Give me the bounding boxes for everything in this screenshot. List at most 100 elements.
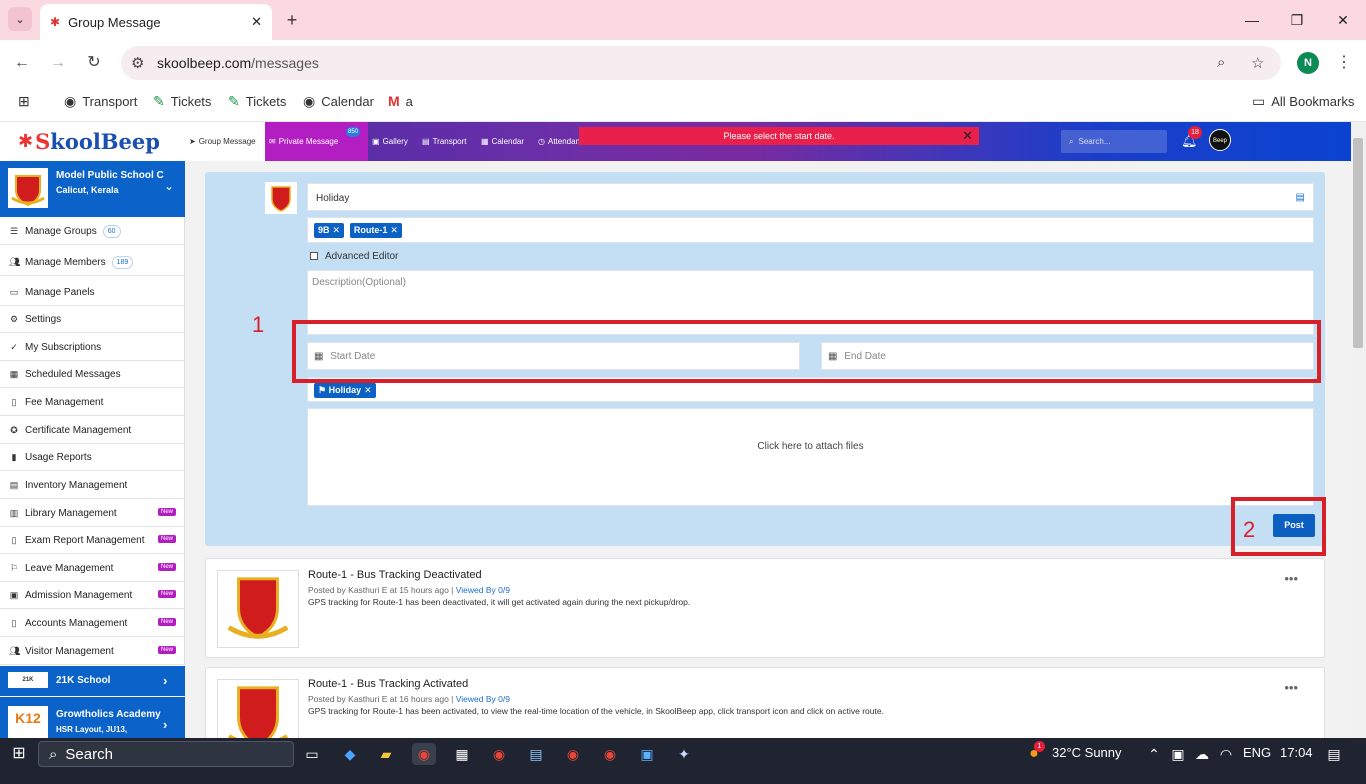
site-settings-icon[interactable]: ⚙ [131,54,144,72]
skoolbeep-logo[interactable]: ✱ SkoolBeep [0,122,185,161]
scrollbar-thumb[interactable] [1353,138,1363,348]
apps-grid-icon[interactable]: ⊞ [18,92,30,110]
chrome-icon[interactable]: ◉ [561,743,585,765]
more-options-icon[interactable]: ••• [1284,680,1298,695]
new-tab-button[interactable]: + [282,10,302,30]
notepad-icon[interactable]: ▤ [524,743,548,765]
tab-title: Group Message [68,14,161,30]
nav-calendar[interactable]: ▦ Calendar [477,122,528,161]
nav-gallery[interactable]: ▣ Gallery [368,122,412,161]
sidebar-item-fee-management[interactable]: ▯ Fee Management [0,389,185,416]
restore-button[interactable]: ❐ [1287,10,1307,30]
sidebar-item-manage-groups[interactable]: ☰ Manage Groups 60 [0,218,185,245]
attach-files-dropzone[interactable]: Click here to attach files [307,408,1314,506]
close-window-button[interactable]: ✕ [1333,10,1353,30]
minimize-button[interactable]: — [1242,10,1262,30]
close-tab-icon[interactable]: ✕ [251,14,262,30]
remove-chip-icon[interactable]: ✕ [390,225,398,235]
monitor-icon: ▭ [9,286,19,297]
app-icon[interactable]: ✦ [672,743,696,765]
viewed-by-link[interactable]: Viewed By 0/9 [456,585,510,595]
bookmark-tickets-2[interactable]: ✎ Tickets [228,92,286,110]
back-button[interactable]: ← [11,52,33,74]
more-options-icon[interactable]: ••• [1284,571,1298,586]
sidebar-item-accounts-management[interactable]: ▯ Accounts Management New [0,610,185,637]
title-input[interactable]: Holiday ▤ [307,183,1314,211]
post-meta: Posted by Kasthuri E at 15 hours ago | V… [308,585,510,595]
document-icon[interactable]: ▤ [1296,192,1305,203]
remove-chip-icon[interactable]: ✕ [333,225,341,235]
chrome-icon[interactable]: ◉ [487,743,511,765]
sidebar-item-admission-management[interactable]: ▣ Admission Management New [0,582,185,609]
feed-card[interactable]: Route-1 - Bus Tracking Deactivated Poste… [205,558,1325,658]
sidebar-item-manage-members[interactable]: 👥︎ Manage Members 189 [0,249,185,276]
sidebar-item-exam-report-management[interactable]: ▯ Exam Report Management New [0,527,185,554]
recipients-input[interactable]: 9B ✕ Route-1 ✕ [307,217,1314,243]
forward-button[interactable]: → [47,52,69,74]
weather-text[interactable]: 32°C Sunny [1052,745,1122,760]
advanced-editor-checkbox[interactable] [310,252,318,260]
clock-icon: ◷ [538,137,545,146]
sidebar-item-leave-management[interactable]: ⚐ Leave Management New [0,555,185,582]
chrome-icon[interactable]: ◉ [412,743,436,765]
sidebar-item-certificate-management[interactable]: ✪ Certificate Management [0,417,185,444]
sidebar-item-settings[interactable]: ⚙ Settings [0,306,185,333]
language-indicator[interactable]: ENG [1243,745,1271,760]
nav-attendance[interactable]: ◷Attendance [534,122,579,161]
close-alert-icon[interactable]: ✕ [962,127,973,145]
browser-menu-icon[interactable]: ⋮ [1336,52,1352,72]
visitor-icon: 👥︎ [9,645,21,656]
address-bar[interactable]: ⚙ skoolbeep.com/messages ⌕ ☆ [121,46,1281,80]
sidebar-item-manage-panels[interactable]: ▭ Manage Panels [0,279,185,306]
feed-card[interactable]: Route-1 - Bus Tracking Activated Posted … [205,667,1325,757]
sidebar-item-scheduled-messages[interactable]: ▦ Scheduled Messages [0,361,185,388]
chevron-right-icon: › [163,717,168,732]
annotation-box-1 [292,320,1321,383]
taskbar-search[interactable]: ⌕ Search [38,741,294,767]
sidebar-item-my-subscriptions[interactable]: ✓ My Subscriptions [0,334,185,361]
wifi-icon[interactable]: ◠ [1214,743,1238,765]
notifications-icon[interactable]: ▤ [1322,743,1346,765]
sidebar-item-library-management[interactable]: ▥ Library Management New [0,500,185,527]
bookmark-gmail[interactable]: Ma [388,92,413,110]
bookmark-calendar[interactable]: ◉ Calendar [303,92,374,110]
file-explorer-icon[interactable]: ▰ [374,743,398,765]
photos-icon[interactable]: ▣ [635,743,659,765]
school-crest-icon [227,577,289,639]
zoom-icon[interactable]: ⌕ [1217,54,1225,71]
bookmark-tickets-1[interactable]: ✎ Tickets [153,92,211,110]
profile-avatar[interactable]: N [1297,52,1319,74]
school-growtholics[interactable]: K12 Growtholics Academy HSR Layout, JU13… [0,697,185,738]
tab-list-button[interactable]: ⌄ [8,7,32,31]
school-crest-image [217,570,299,648]
reload-button[interactable]: ↻ [83,52,105,74]
chevron-up-icon[interactable]: ⌃ [1142,743,1166,765]
all-bookmarks[interactable]: ▭ All Bookmarks [1252,92,1354,110]
viewed-by-link[interactable]: Viewed By 0/9 [456,694,510,704]
recipient-chip-route-1[interactable]: Route-1 ✕ [349,223,402,238]
nav-group-message[interactable]: ➤ Group Message [185,122,265,161]
cloud-icon[interactable]: ☁ [1190,743,1214,765]
user-avatar[interactable]: Beep [1209,129,1231,151]
header-search[interactable]: ⌕ Search... [1061,130,1167,153]
store-icon[interactable]: ▦ [450,743,474,765]
sidebar-item-inventory-management[interactable]: ▤ Inventory Management [0,472,185,499]
school-switcher[interactable]: Model Public School C Calicut, Kerala ⌄ [0,161,185,217]
school-21k[interactable]: 21K 21K School › [0,666,185,696]
copilot-icon[interactable]: ◆ [338,743,362,765]
remove-chip-icon[interactable]: ✕ [364,385,372,395]
nav-transport[interactable]: ▤ Transport [418,122,471,161]
bookmark-transport[interactable]: ◉ Transport [64,92,137,110]
tag-chip-holiday[interactable]: ⚑ Holiday ✕ [314,383,376,398]
sidebar-item-usage-reports[interactable]: ▮ Usage Reports [0,444,185,471]
browser-tab[interactable]: ✱ Group Message ✕ [40,4,272,40]
post-button[interactable]: Post [1273,514,1315,537]
bookmark-star-icon[interactable]: ☆ [1251,54,1264,72]
camera-icon[interactable]: ▣ [1166,743,1190,765]
clock[interactable]: 17:04 [1280,745,1313,760]
windows-start-icon[interactable]: ⊞ [7,743,31,765]
chrome-icon[interactable]: ◉ [598,743,622,765]
task-view-icon[interactable]: ▭ [300,743,324,765]
sidebar-item-visitor-management[interactable]: 👥︎ Visitor Management New [0,638,185,665]
recipient-chip-9b[interactable]: 9B ✕ [314,223,345,238]
